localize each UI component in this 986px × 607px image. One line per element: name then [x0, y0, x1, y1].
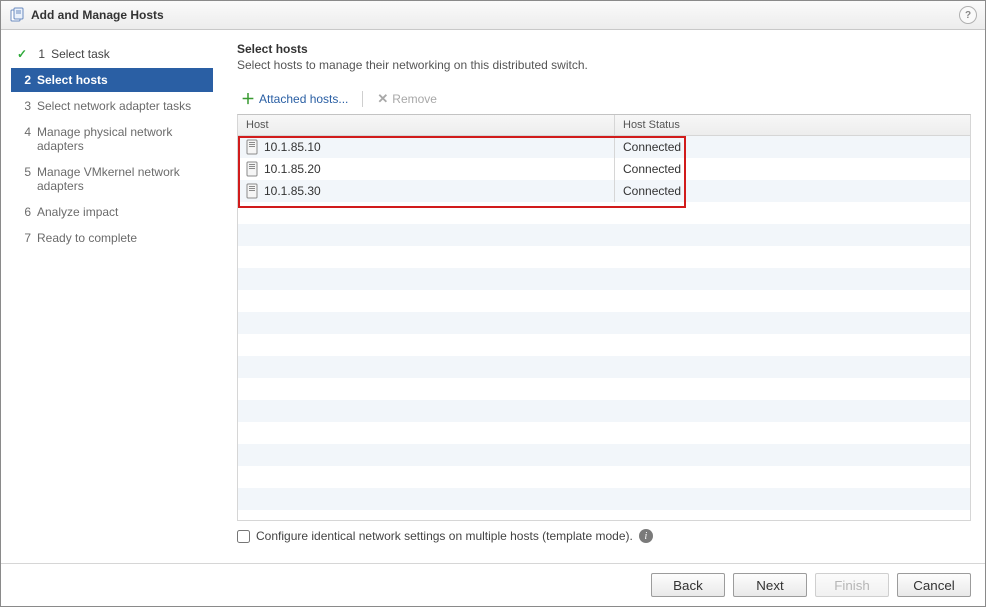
host-icon	[246, 183, 258, 199]
help-icon[interactable]: ?	[959, 6, 977, 24]
toolbar-separator	[362, 91, 363, 107]
step-select-adapter-tasks: 3 Select network adapter tasks	[11, 94, 213, 118]
next-button[interactable]: Next	[733, 573, 807, 597]
host-status: Connected	[623, 162, 681, 176]
host-ip: 10.1.85.20	[264, 162, 321, 176]
remove-button: ✕ Remove	[373, 90, 441, 108]
step-analyze-impact: 6 Analyze impact	[11, 200, 213, 224]
wizard-window: Add and Manage Hosts ? ✓ 1 Select task 2…	[0, 0, 986, 607]
host-icon	[246, 161, 258, 177]
host-status: Connected	[623, 184, 681, 198]
template-mode-checkbox[interactable]	[237, 530, 250, 543]
window-title: Add and Manage Hosts	[31, 8, 164, 22]
table-row[interactable]: 10.1.85.30 Connected	[238, 180, 970, 202]
titlebar: Add and Manage Hosts ?	[1, 1, 985, 30]
step-select-task[interactable]: ✓ 1 Select task	[11, 42, 213, 66]
grid-toolbar: ＋ Attached hosts... ✕ Remove	[237, 86, 971, 114]
plus-icon: ＋	[241, 94, 255, 104]
remove-icon: ✕	[377, 94, 388, 104]
attached-hosts-button[interactable]: ＋ Attached hosts...	[237, 90, 352, 108]
host-ip: 10.1.85.10	[264, 140, 321, 154]
step-manage-vmkernel: 5 Manage VMkernel network adapters	[11, 160, 213, 198]
column-header-status[interactable]: Host Status	[615, 115, 970, 135]
cancel-button[interactable]: Cancel	[897, 573, 971, 597]
grid-header: Host Host Status	[238, 115, 970, 136]
host-icon	[246, 139, 258, 155]
column-header-host[interactable]: Host	[238, 115, 615, 135]
step-manage-physical: 4 Manage physical network adapters	[11, 120, 213, 158]
content-pane: Select hosts Select hosts to manage thei…	[223, 30, 985, 553]
checkmark-icon: ✓	[17, 47, 27, 61]
step-ready-complete: 7 Ready to complete	[11, 226, 213, 250]
page-subtitle: Select hosts to manage their networking …	[237, 58, 971, 72]
table-row[interactable]: 10.1.85.20 Connected	[238, 158, 970, 180]
template-mode-row: Configure identical network settings on …	[237, 521, 971, 553]
step-select-hosts[interactable]: 2 Select hosts	[11, 68, 213, 92]
hosts-grid: Host Host Status 10.1.85.10 Connected	[237, 114, 971, 521]
page-title: Select hosts	[237, 42, 971, 56]
wizard-icon	[9, 7, 25, 23]
table-row[interactable]: 10.1.85.10 Connected	[238, 136, 970, 158]
wizard-steps: ✓ 1 Select task 2 Select hosts 3 Select …	[1, 30, 223, 553]
back-button[interactable]: Back	[651, 573, 725, 597]
grid-body[interactable]: 10.1.85.10 Connected 10.1.85.20 Connecte…	[238, 136, 970, 520]
finish-button: Finish	[815, 573, 889, 597]
host-ip: 10.1.85.30	[264, 184, 321, 198]
attached-hosts-label: Attached hosts...	[259, 92, 348, 106]
info-icon[interactable]: i	[639, 529, 653, 543]
template-mode-label: Configure identical network settings on …	[256, 529, 633, 543]
wizard-footer: Back Next Finish Cancel	[1, 564, 985, 606]
host-status: Connected	[623, 140, 681, 154]
remove-label: Remove	[392, 92, 437, 106]
